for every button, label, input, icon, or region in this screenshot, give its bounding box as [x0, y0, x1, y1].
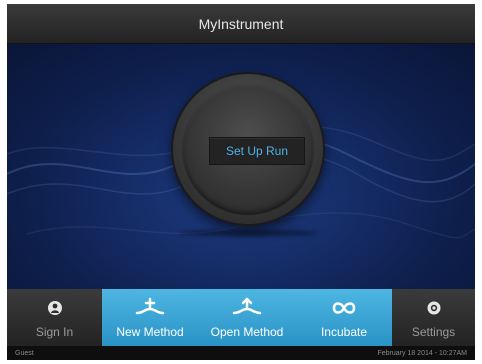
set-up-run-button[interactable]: Set Up Run [209, 137, 305, 165]
settings-button[interactable]: Settings [392, 289, 475, 346]
status-bar: Guest February 18 2014 - 10:27AM [7, 346, 475, 360]
method-actions-group: New Method Open Method Incubate [102, 289, 392, 346]
new-method-icon [135, 295, 165, 321]
dial-shadow [178, 230, 318, 236]
home-stage: Set Up Run [7, 44, 475, 289]
open-method-label: Open Method [210, 325, 284, 339]
sign-in-label: Sign In [35, 325, 74, 339]
sign-in-button[interactable]: Sign In [7, 289, 102, 346]
incubate-label: Incubate [320, 325, 368, 339]
gear-icon [419, 295, 449, 321]
settings-label: Settings [411, 325, 456, 339]
new-method-label: New Method [116, 325, 184, 339]
incubate-button[interactable]: Incubate [296, 289, 392, 346]
date-time: February 18 2014 - 10:27AM [377, 349, 468, 357]
open-method-icon [232, 295, 262, 321]
infinity-icon [329, 295, 359, 321]
new-method-button[interactable]: New Method [102, 289, 198, 346]
open-method-button[interactable]: Open Method [198, 289, 296, 346]
current-user: Guest [15, 349, 34, 357]
setup-dial[interactable]: Set Up Run [173, 74, 323, 224]
setup-dial-inner: Set Up Run [182, 83, 314, 215]
title-bar: MyInstrument [7, 4, 475, 44]
instrument-screen: MyInstrument Set Up Run Sign In New Meth… [7, 4, 475, 360]
bottom-nav: Sign In New Method Open Method Incubate … [7, 289, 475, 346]
user-icon [40, 295, 70, 321]
app-title: MyInstrument [198, 15, 284, 32]
